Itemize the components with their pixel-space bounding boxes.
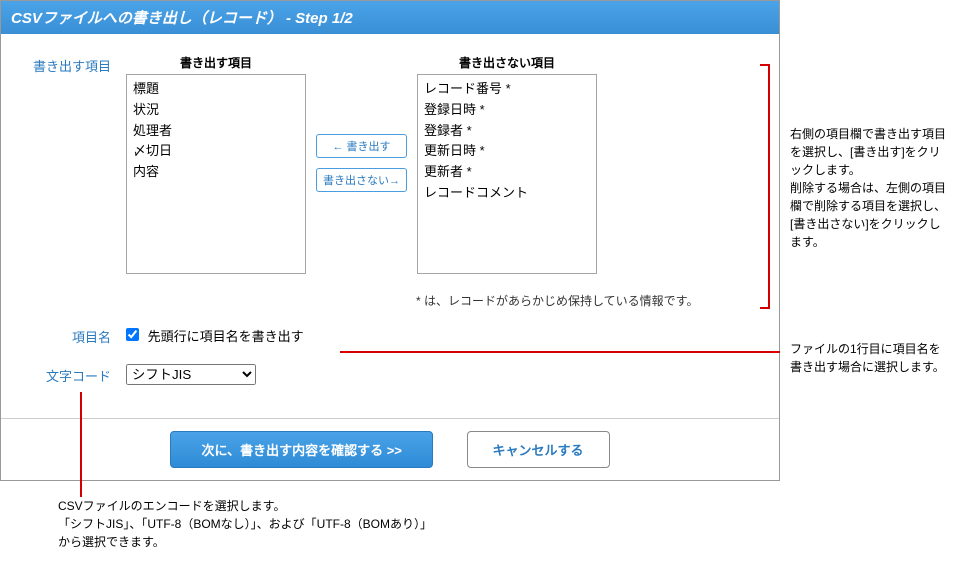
header-row-checkbox[interactable] — [126, 328, 139, 341]
list-item[interactable]: レコード番号 * — [424, 79, 590, 100]
list-item[interactable]: 〆切日 — [133, 141, 299, 162]
export-dialog: CSVファイルへの書き出し（レコード） - Step 1/2 書き出す項目 書き… — [0, 0, 780, 481]
button-bar: 次に、書き出す内容を確認する >> キャンセルする — [1, 418, 779, 480]
dialog-body: 書き出す項目 書き出す項目 標題状況処理者〆切日内容 ← 書き出す 書き出さない… — [1, 34, 779, 418]
list-item[interactable]: 標題 — [133, 79, 299, 100]
include-list-header: 書き出す項目 — [126, 54, 306, 71]
dual-listbox: 書き出す項目 標題状況処理者〆切日内容 ← 書き出す 書き出さない→ 書き出さな… — [126, 54, 597, 274]
annotation-bracket-1 — [760, 64, 770, 309]
list-item[interactable]: レコードコメント — [424, 183, 590, 204]
dialog-title: CSVファイルへの書き出し（レコード） - Step 1/2 — [1, 1, 779, 34]
export-items-label: 書き出す項目 — [26, 54, 126, 75]
include-button[interactable]: ← 書き出す — [316, 134, 407, 158]
export-items-row: 書き出す項目 書き出す項目 標題状況処理者〆切日内容 ← 書き出す 書き出さない… — [26, 54, 754, 274]
list-item[interactable]: 内容 — [133, 162, 299, 183]
annotation-text-3: CSVファイルのエンコードを選択します。 「シフトJIS」、「UTF-8（BOM… — [58, 497, 428, 551]
exclude-list-header: 書き出さない項目 — [417, 54, 597, 71]
cancel-button[interactable]: キャンセルする — [467, 431, 610, 468]
annotation-line-2 — [340, 351, 780, 353]
list-item[interactable]: 処理者 — [133, 121, 299, 142]
list-item[interactable]: 登録者 * — [424, 121, 590, 142]
item-name-label: 項目名 — [26, 325, 126, 346]
annotation-line-3 — [80, 392, 82, 497]
list-item[interactable]: 状況 — [133, 100, 299, 121]
header-row-checkbox-label[interactable]: 先頭行に項目名を書き出す — [126, 326, 304, 345]
list-item[interactable]: 更新者 * — [424, 162, 590, 183]
exclude-listbox[interactable]: レコード番号 *登録日時 *登録者 *更新日時 *更新者 *レコードコメント — [417, 74, 597, 274]
charset-row: 文字コード シフトJIS — [26, 364, 754, 385]
footnote: * は、レコードがあらかじめ保持している情報です。 — [126, 292, 754, 309]
next-button[interactable]: 次に、書き出す内容を確認する >> — [170, 431, 432, 468]
item-name-row: 項目名 先頭行に項目名を書き出す — [26, 325, 754, 346]
annotation-text-1: 右側の項目欄で書き出す項目を選択し、[書き出す]をクリックします。 削除する場合… — [790, 125, 950, 251]
list-item[interactable]: 更新日時 * — [424, 141, 590, 162]
charset-select[interactable]: シフトJIS — [126, 364, 256, 385]
exclude-button[interactable]: 書き出さない→ — [316, 168, 407, 192]
annotation-text-2: ファイルの1行目に項目名を書き出す場合に選択します。 — [790, 340, 950, 376]
include-listbox[interactable]: 標題状況処理者〆切日内容 — [126, 74, 306, 274]
charset-label: 文字コード — [26, 364, 126, 385]
header-row-checkbox-text: 先頭行に項目名を書き出す — [148, 329, 304, 344]
list-item[interactable]: 登録日時 * — [424, 100, 590, 121]
